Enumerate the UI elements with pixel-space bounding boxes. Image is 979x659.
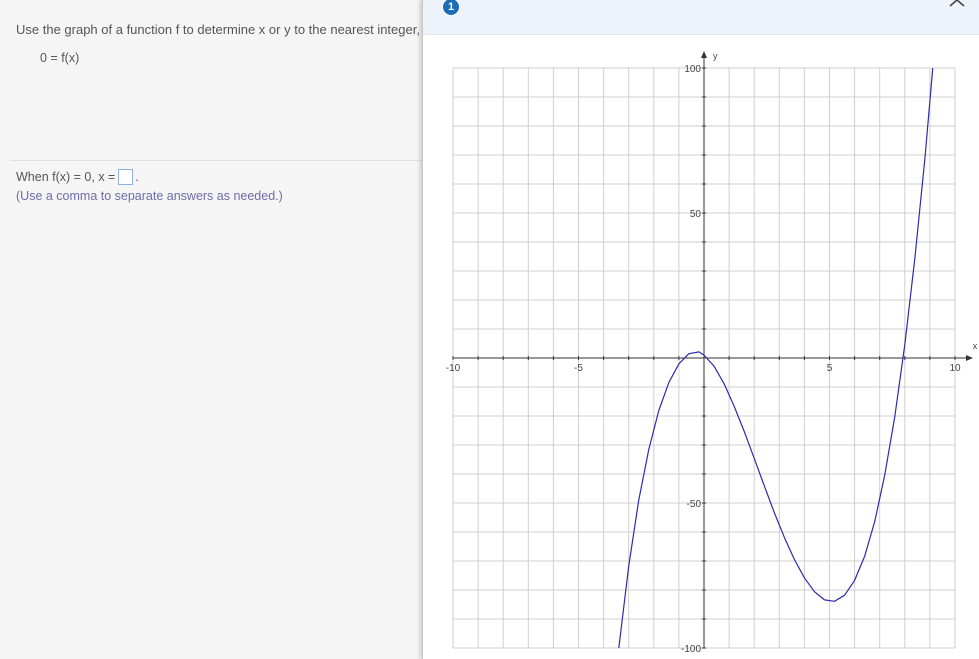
y-tick-label: 100 <box>684 64 701 75</box>
answer-prefix: When f(x) = 0, x = <box>16 170 116 184</box>
divider <box>10 160 422 161</box>
answer-hint: (Use a comma to separate answers as need… <box>16 189 283 203</box>
y-axis-arrow <box>701 51 707 58</box>
y-tick-label: -50 <box>687 499 702 510</box>
question-prompt: Use the graph of a function f to determi… <box>16 22 420 37</box>
x-tick-label: 5 <box>827 363 833 374</box>
question-pane: Use the graph of a function f to determi… <box>0 0 422 659</box>
x-tick-label: 10 <box>949 363 961 374</box>
answer-line: When f(x) = 0, x = . <box>16 169 139 185</box>
x-tick-label: -10 <box>446 363 461 374</box>
y-axis-label: y <box>713 51 718 61</box>
equation: 0 = f(x) <box>40 51 80 65</box>
y-tick-label: 50 <box>690 209 702 220</box>
answer-suffix: . <box>135 170 139 184</box>
x-axis-arrow <box>966 355 973 361</box>
x-axis-label: x <box>973 341 978 351</box>
y-tick-label: -100 <box>681 644 701 655</box>
graph-popup: 1 x y -10 -5 5 10 100 50 -50 -100 <box>422 0 979 659</box>
x-tick-label: -5 <box>574 363 583 374</box>
function-graph: x y -10 -5 5 10 100 50 -50 -100 <box>446 51 978 655</box>
answer-input[interactable] <box>118 169 134 185</box>
